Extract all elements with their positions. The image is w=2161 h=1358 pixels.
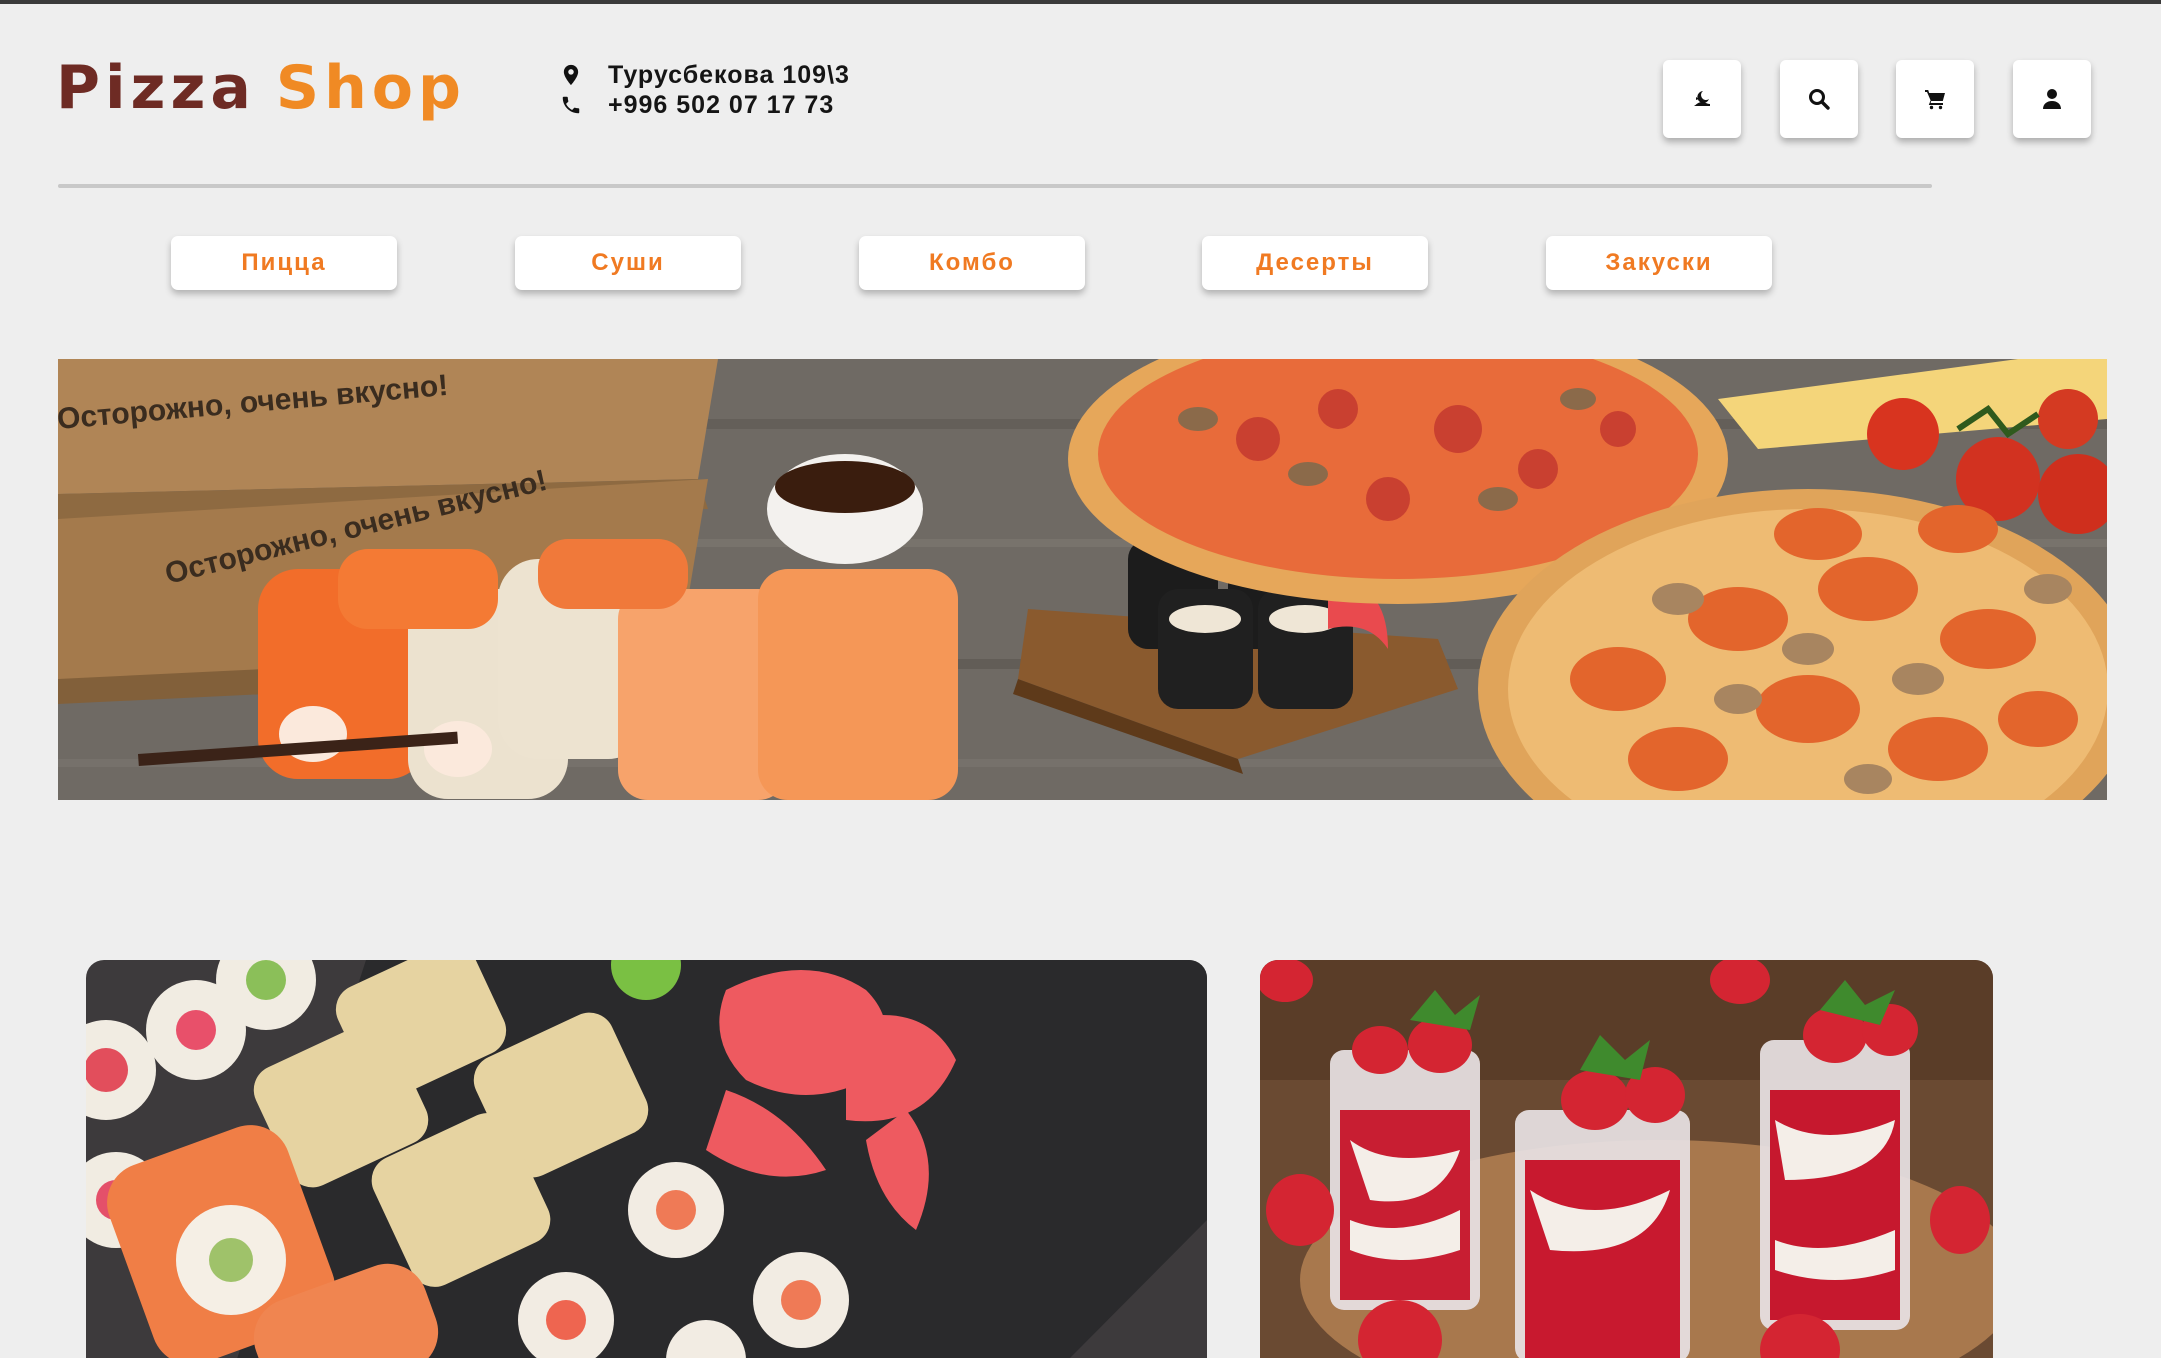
logo-text-shop: Shop xyxy=(275,53,466,123)
sushi-promo-card[interactable] xyxy=(86,960,1207,1358)
phone-icon xyxy=(562,96,580,114)
dessert-promo-card[interactable] xyxy=(1260,960,1993,1358)
search-icon xyxy=(1809,89,1830,110)
address-row: Турусбекова 109\3 xyxy=(560,60,850,90)
cart-icon xyxy=(1925,90,1945,110)
user-account-button[interactable] xyxy=(2013,60,2091,138)
logo-text-pizza: Pizza xyxy=(56,53,256,123)
sushi-promo-image xyxy=(86,960,1207,1358)
header-divider xyxy=(58,184,1932,188)
phone-text[interactable]: +996 502 07 17 73 xyxy=(608,91,834,120)
user-icon xyxy=(2043,89,2061,109)
dessert-promo-image xyxy=(1260,960,1993,1358)
hero-banner-image: Осторожно, очень вкусно! Осторожно, очен… xyxy=(58,359,2107,800)
cart-button[interactable] xyxy=(1896,60,1974,138)
category-sushi-button[interactable]: Суши xyxy=(515,236,741,290)
search-button[interactable] xyxy=(1780,60,1858,138)
hero-banner[interactable]: Осторожно, очень вкусно! Осторожно, очен… xyxy=(58,359,2107,800)
phone-row: +996 502 07 17 73 xyxy=(560,90,850,120)
category-snacks-button[interactable]: Закуски xyxy=(1546,236,1772,290)
map-pin-icon xyxy=(563,64,579,86)
site-logo[interactable]: Pizza Shop xyxy=(56,58,466,118)
theme-toggle-icon xyxy=(1694,91,1710,106)
category-pizza-button[interactable]: Пицца xyxy=(171,236,397,290)
category-desserts-button[interactable]: Десерты xyxy=(1202,236,1428,290)
category-combo-button[interactable]: Комбо xyxy=(859,236,1085,290)
theme-toggle-button[interactable] xyxy=(1663,60,1741,138)
address-text: Турусбекова 109\3 xyxy=(608,60,850,89)
contact-info: Турусбекова 109\3 +996 502 07 17 73 xyxy=(560,60,850,120)
